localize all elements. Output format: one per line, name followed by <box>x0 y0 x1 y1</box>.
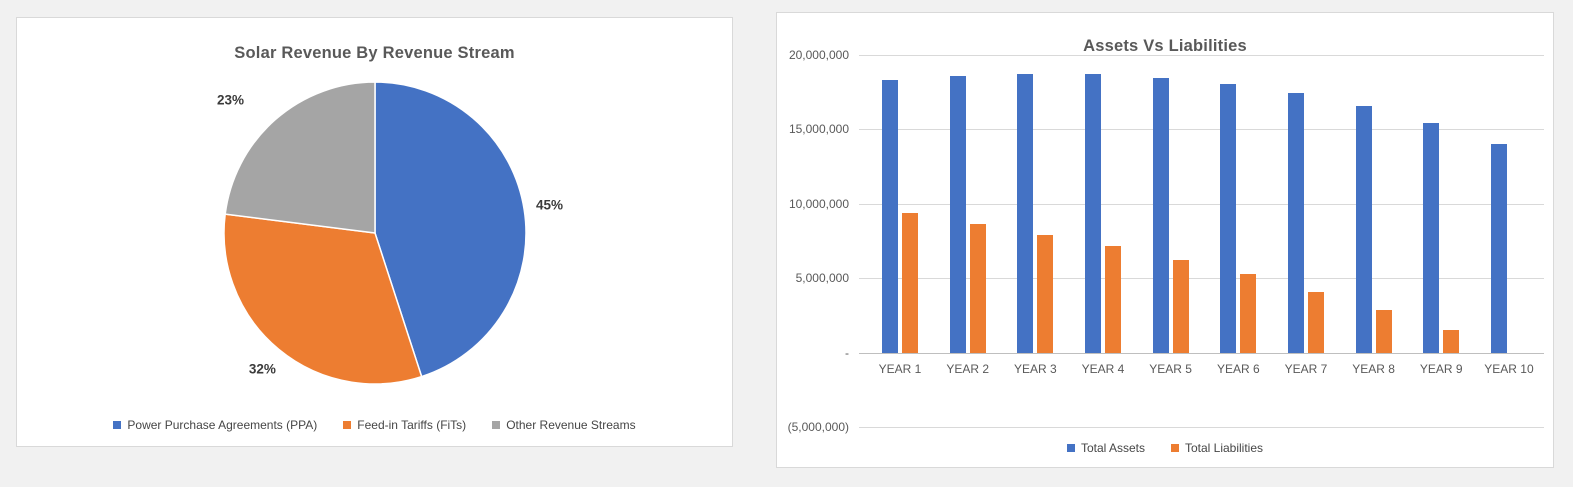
pie-chart-card[interactable]: Solar Revenue By Revenue Stream 45% 32% 23… <box>16 17 733 447</box>
legend-label: Feed-in Tariffs (FiTs) <box>357 418 467 432</box>
x-axis-tick-label: YEAR 5 <box>1149 362 1192 376</box>
bar-total-liabilities-year-3[interactable] <box>1037 235 1054 353</box>
y-axis-tick-label: - <box>845 345 849 360</box>
bar-total-assets-year-6[interactable] <box>1220 84 1237 353</box>
legend-label: Total Liabilities <box>1184 441 1264 455</box>
bar-total-assets-year-7[interactable] <box>1287 92 1304 353</box>
legend-swatch-icon <box>113 421 122 429</box>
legend-item-power-purchase-agreements-ppa[interactable]: Power Purchase Agreements (PPA) <box>113 418 317 432</box>
legend-label: Power Purchase Agreements (PPA) <box>127 418 318 432</box>
x-axis-tick-label: YEAR 2 <box>946 362 989 376</box>
bar-legend: Total Assets Total Liabilities <box>777 441 1553 455</box>
pie-plot-area: 45% 32% 23% <box>17 18 732 446</box>
bar-total-assets-year-10[interactable] <box>1490 143 1507 353</box>
bar-total-liabilities-year-5[interactable] <box>1172 259 1189 353</box>
bar-total-liabilities-year-1[interactable] <box>902 213 918 353</box>
x-axis-tick-label: YEAR 8 <box>1352 362 1395 376</box>
bar-total-liabilities-year-9[interactable] <box>1443 330 1460 353</box>
x-axis-tick-label: YEAR 3 <box>1013 362 1057 376</box>
y-axis-tick-label: 10,000,000 <box>788 196 849 211</box>
bar-chart-card[interactable]: Assets Vs Liabilities 20,000,000 15,000,0… <box>776 12 1554 468</box>
bar-total-liabilities-year-2[interactable] <box>969 223 986 353</box>
y-axis-tick-label: (5,000,000) <box>787 420 849 434</box>
pie-graphic <box>223 81 527 385</box>
bar-total-assets-year-3[interactable] <box>1017 73 1034 353</box>
bar-total-liabilities-year-7[interactable] <box>1307 291 1324 353</box>
gridline <box>859 427 1544 428</box>
legend-label: Other Revenue Streams <box>506 418 636 432</box>
x-axis-tick-label: YEAR 4 <box>1081 362 1125 376</box>
pie-legend: Power Purchase Agreements (PPA) Feed-in T… <box>17 418 732 432</box>
x-axis-line <box>859 352 1544 354</box>
bar-total-assets-year-1[interactable] <box>882 79 898 353</box>
gridline <box>859 55 1544 56</box>
y-axis-tick-label: 15,000,000 <box>788 122 849 137</box>
legend-item-other-revenue-streams[interactable]: Other Revenue Streams <box>492 418 636 432</box>
legend-item-total-liabilities[interactable]: Total Liabilities <box>1170 441 1264 455</box>
x-axis-tick-label: YEAR 6 <box>1216 362 1260 376</box>
y-axis-tick-label: 5,000,000 <box>795 271 849 286</box>
pie-data-label-feed-in-tariffs-fits: 32% <box>248 361 276 377</box>
legend-item-feed-in-tariffs-fits[interactable]: Feed-in Tariffs (FiTs) <box>343 418 466 432</box>
bar-total-assets-year-5[interactable] <box>1152 78 1169 353</box>
x-axis-tick-label: YEAR 1 <box>878 362 922 376</box>
legend-swatch-icon <box>1170 444 1179 452</box>
bar-total-assets-year-4[interactable] <box>1084 74 1101 353</box>
x-axis-tick-label: YEAR 9 <box>1419 362 1463 376</box>
pie-data-label-other-revenue-streams: 23% <box>216 92 245 108</box>
pie-slice-other-revenue-streams[interactable] <box>224 81 376 234</box>
legend-item-total-assets[interactable]: Total Assets <box>1066 441 1145 455</box>
y-axis-tick-label: 20,000,000 <box>788 48 849 62</box>
legend-label: Total Assets <box>1080 441 1145 455</box>
bar-total-liabilities-year-6[interactable] <box>1240 273 1257 353</box>
legend-swatch-icon <box>343 421 352 429</box>
legend-swatch-icon <box>1066 444 1075 452</box>
bar-total-liabilities-year-8[interactable] <box>1375 310 1392 353</box>
x-axis-tick-label: YEAR 7 <box>1284 362 1328 376</box>
bar-total-assets-year-8[interactable] <box>1355 105 1372 353</box>
x-axis-tick-label: YEAR 10 <box>1484 362 1534 376</box>
bar-total-assets-year-2[interactable] <box>949 75 966 353</box>
bar-total-liabilities-year-4[interactable] <box>1104 246 1121 353</box>
bar-plot-area: 20,000,000 15,000,000 10,000,000 5,000,000 -… <box>777 13 1553 467</box>
legend-swatch-icon <box>492 421 501 429</box>
pie-data-label-power-purchase-agreements-ppa: 45% <box>535 197 563 213</box>
bar-total-assets-year-9[interactable] <box>1423 122 1440 353</box>
